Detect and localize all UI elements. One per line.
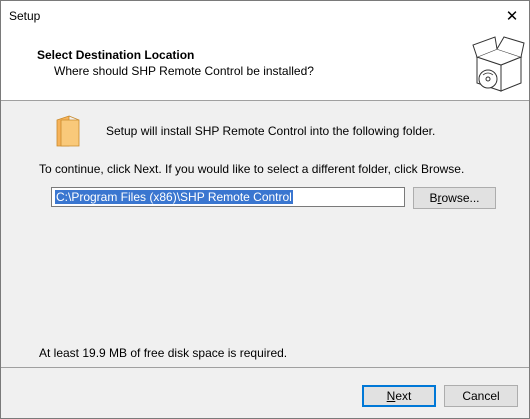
title-bar: Setup ✕ <box>1 1 529 31</box>
destination-path-value: C:\Program Files (x86)\SHP Remote Contro… <box>55 190 293 204</box>
close-icon[interactable]: ✕ <box>495 1 529 31</box>
wizard-content: Setup will install SHP Remote Control in… <box>1 101 529 367</box>
page-title: Select Destination Location <box>37 48 195 62</box>
cancel-label: Cancel <box>462 389 500 403</box>
wizard-header: Select Destination Location Where should… <box>1 31 529 101</box>
disk-space-message: At least 19.9 MB of free disk space is r… <box>39 346 288 360</box>
folder-icon <box>56 115 80 147</box>
destination-path-input[interactable]: C:\Program Files (x86)\SHP Remote Contro… <box>51 187 405 207</box>
cancel-button[interactable]: Cancel <box>444 385 518 407</box>
window-title: Setup <box>9 9 41 23</box>
browse-label-prefix: B <box>429 191 438 205</box>
next-button[interactable]: Next <box>362 385 436 407</box>
setup-window: Setup ✕ Select Destination Location Wher… <box>0 0 530 419</box>
next-label-rest: ext <box>395 389 412 403</box>
browse-label-suffix: owse... <box>441 191 480 205</box>
continue-message: To continue, click Next. If you would li… <box>39 162 465 176</box>
browse-button[interactable]: Br owse... <box>413 187 496 209</box>
wizard-footer: Next Cancel <box>1 367 529 418</box>
next-label-hotkey: N <box>386 389 396 403</box>
setup-box-icon <box>472 36 525 92</box>
page-subtitle: Where should SHP Remote Control be insta… <box>54 64 314 78</box>
install-message: Setup will install SHP Remote Control in… <box>106 124 436 138</box>
